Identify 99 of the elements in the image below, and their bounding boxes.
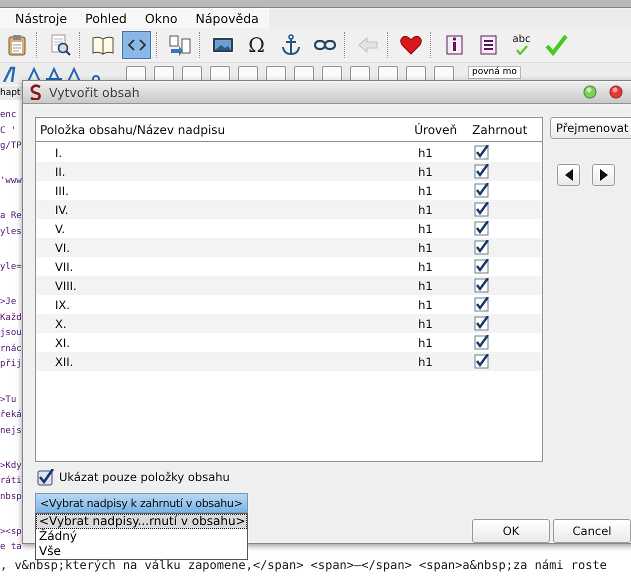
checkbox[interactable] (474, 316, 490, 331)
app-logo-icon (29, 84, 43, 100)
dialog-button[interactable]: OK (472, 519, 550, 543)
table-cell-text: h1 (418, 278, 434, 292)
code-line: řeká (0, 408, 22, 422)
table-row[interactable]: V. h1 (36, 219, 542, 238)
table-row[interactable]: I. h1 (36, 143, 542, 162)
table-cell-text: II. (54, 164, 66, 178)
checkbox[interactable] (474, 335, 490, 350)
menu-item[interactable]: Okno (144, 10, 178, 26)
dropdown-option[interactable]: Žádný (36, 529, 247, 544)
table-cell-text: h1 (418, 240, 434, 254)
checkbox[interactable] (474, 202, 490, 217)
code-line: >Tu (0, 394, 18, 407)
checkbox[interactable] (474, 297, 490, 312)
code-line: yles (0, 226, 22, 239)
code-line: g/TP (0, 140, 22, 153)
table-cell-text: V. (54, 222, 66, 236)
checkbox[interactable] (474, 145, 490, 160)
next-button[interactable] (592, 164, 615, 186)
checkbox[interactable] (474, 240, 490, 255)
dropdown-option[interactable]: <Vybrat nadpisy...rnutí v obsahu> (36, 514, 247, 529)
code-line: ><sp (0, 526, 22, 539)
checkbox[interactable] (474, 259, 490, 274)
code-line: a Re (0, 210, 22, 224)
table-cell-text: h1 (418, 298, 434, 312)
window-title: Vytvořit obsah (49, 84, 140, 100)
editor-tab[interactable]: hapt (0, 86, 22, 100)
code-line: ráti (0, 474, 22, 488)
close-button[interactable] (609, 85, 623, 99)
table-cell-text: VIII. (54, 278, 78, 292)
heading-select[interactable]: <Vybrat nadpisy k zahrnutí v obsahu> (35, 493, 248, 513)
table-cell-text: h1 (418, 316, 434, 330)
table-cell-text: h1 (418, 260, 434, 274)
table-cell-text: VI. (54, 240, 71, 254)
code-line: >Kdy (0, 460, 22, 473)
dialog-button[interactable]: Cancel (553, 519, 631, 543)
table-cell-text: IV. (54, 202, 70, 216)
table-row[interactable]: X. h1 (36, 314, 542, 333)
table-cell-text: h1 (418, 336, 434, 350)
table-cell-text: XI. (54, 336, 71, 350)
code-line: , v&nbsp;kterých na válku zapomene,</span> <span>–</span> <span>a&nbsp;za námi roste (0, 558, 608, 573)
table-cell-text: VII. (54, 260, 74, 274)
code-line: e ta (0, 541, 22, 554)
checkbox-label: Ukázat pouze položky obsahu (59, 470, 230, 484)
right-triangle-icon (600, 169, 608, 181)
checkbox[interactable] (37, 468, 54, 486)
code-line: nbsp (0, 490, 22, 504)
previous-button[interactable] (557, 164, 580, 186)
code-view-icon[interactable] (122, 31, 151, 59)
code-line: yle= (0, 261, 22, 274)
column-header[interactable]: Položka obsahu/Název nadpisu (36, 122, 414, 136)
table-cell-text: X. (54, 316, 68, 330)
table-cell-text: III. (54, 184, 70, 198)
checkbox[interactable] (474, 183, 490, 198)
column-header[interactable]: Úroveň (414, 122, 472, 136)
menu-item[interactable]: Pohled (85, 10, 127, 26)
code-line: enc (0, 109, 18, 122)
table-row[interactable]: XI. h1 (36, 333, 542, 352)
table-cell-text: h1 (418, 164, 434, 178)
rename-button[interactable]: Přejmenovat (550, 117, 631, 139)
table-row[interactable]: IV. h1 (36, 200, 542, 219)
table-cell-text: h1 (418, 354, 434, 368)
table-cell-text: h1 (418, 222, 434, 236)
format-select[interactable]: povná mo (468, 66, 521, 79)
checkbox[interactable] (474, 221, 490, 236)
dropdown-option[interactable]: Vše (36, 544, 247, 559)
code-line: C ' (0, 124, 18, 138)
table-row[interactable]: XII. h1 (36, 352, 542, 371)
table-row[interactable]: II. h1 (36, 162, 542, 181)
table-cell-text: h1 (418, 146, 434, 160)
code-line: nejs (0, 424, 22, 438)
table-row[interactable]: VIII. h1 (36, 276, 542, 295)
code-line: jsou (0, 327, 22, 340)
table-row[interactable]: VI. h1 (36, 238, 542, 257)
table-cell-text: I. (54, 146, 64, 160)
table-row[interactable]: VII. h1 (36, 257, 542, 276)
checkbox[interactable] (474, 354, 490, 369)
spellcheck-button[interactable]: abc (507, 31, 536, 59)
checkbox[interactable] (474, 278, 490, 293)
checkbox[interactable] (474, 164, 490, 179)
code-line: 'www (0, 175, 22, 188)
table-cell-text: XII. (54, 354, 74, 368)
code-line: přij (0, 358, 22, 372)
symbol-button[interactable]: Ω (242, 31, 271, 59)
table-cell-text: h1 (418, 184, 434, 198)
code-line: Každ (0, 312, 22, 325)
menu-item[interactable]: Nápověda (196, 10, 259, 26)
table-cell-text: IX. (54, 298, 71, 312)
code-line: >Je (0, 296, 18, 310)
column-header[interactable]: Zahrnout (472, 122, 542, 136)
left-triangle-icon (564, 169, 572, 181)
maximize-button[interactable] (583, 85, 597, 99)
menu-item[interactable]: Nástroje (15, 10, 68, 26)
table-row[interactable]: III. h1 (36, 181, 542, 200)
table-row[interactable]: IX. h1 (36, 295, 542, 314)
code-line: rnác (0, 342, 22, 356)
checkmark-icon (516, 45, 528, 55)
table-cell-text: h1 (418, 202, 434, 216)
